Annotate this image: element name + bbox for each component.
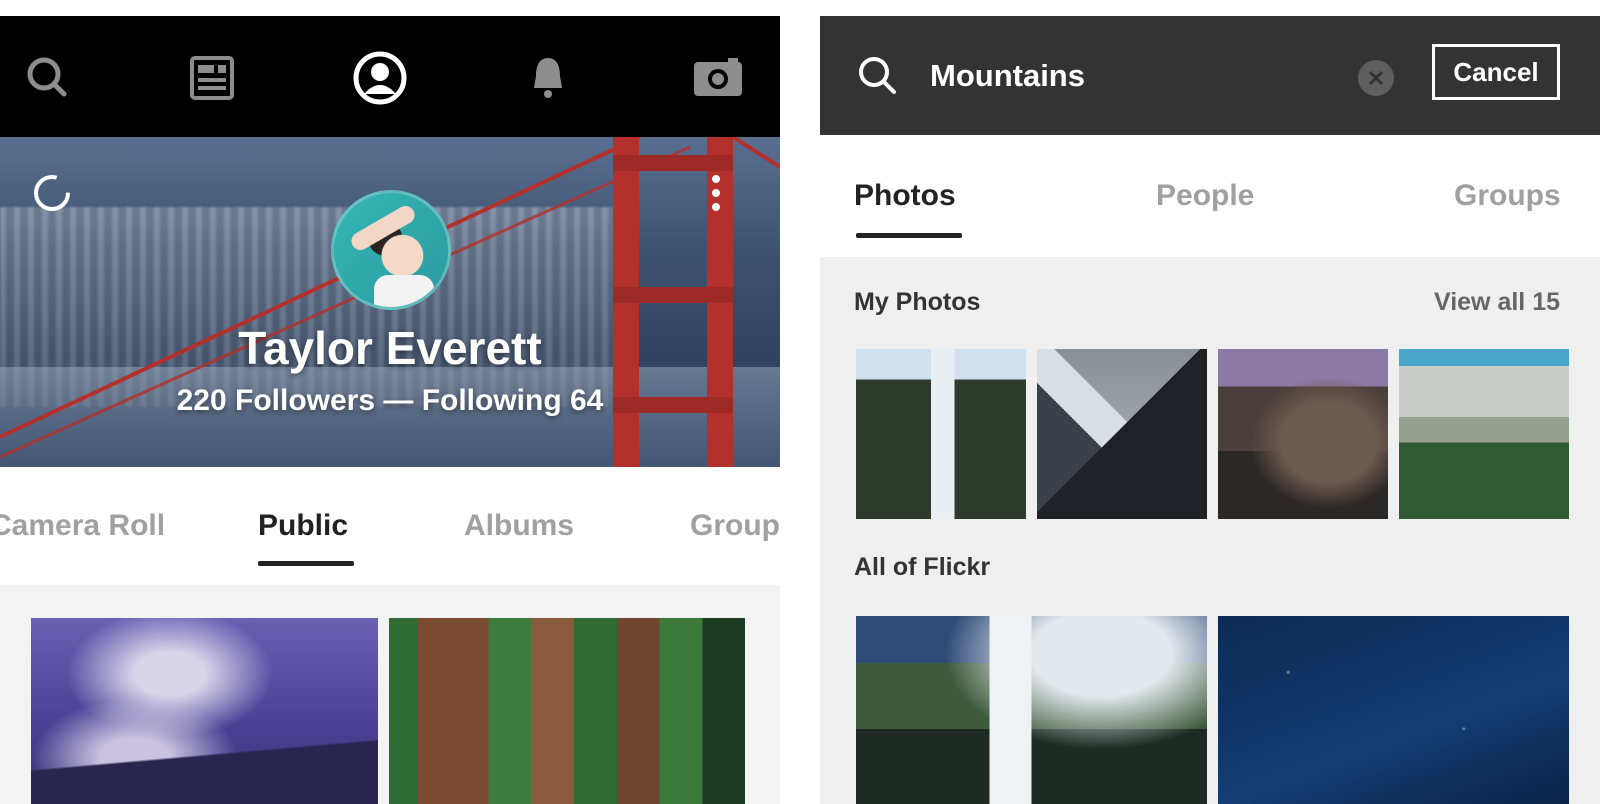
section-title-my-photos: My Photos	[854, 288, 981, 316]
refresh-icon[interactable]	[30, 171, 74, 215]
profile-cover: Taylor Everett 220 Followers — Following…	[0, 137, 780, 467]
tab-groups[interactable]: Groups	[690, 509, 780, 543]
profile-name: Taylor Everett	[238, 322, 542, 374]
feed-icon[interactable]	[184, 50, 240, 106]
profile-icon[interactable]	[352, 50, 408, 106]
tab-groups[interactable]: Groups	[1454, 179, 1561, 213]
thumb-granite-cliff[interactable]	[1399, 349, 1569, 519]
search-icon[interactable]	[854, 52, 902, 100]
tab-public[interactable]: Public	[258, 509, 348, 543]
tab-photos[interactable]: Photos	[854, 179, 956, 213]
tab-camera-roll[interactable]: Camera Roll	[0, 509, 165, 543]
photo-purple-mountain[interactable]	[31, 618, 378, 804]
section-title-all-of-flickr: All of Flickr	[854, 553, 991, 581]
search-screen: Cancel Photos People Groups My Photos Vi…	[820, 16, 1600, 804]
profile-tabs: Camera Roll Public Albums Groups	[0, 467, 780, 585]
tab-people[interactable]: People	[1156, 179, 1254, 213]
clear-search-icon[interactable]	[1358, 60, 1394, 96]
thumb-yosemite-falls[interactable]	[856, 616, 1207, 804]
search-input[interactable]	[930, 52, 1330, 100]
thumb-night-sky[interactable]	[1218, 616, 1569, 804]
search-bar: Cancel	[820, 16, 1600, 135]
avatar[interactable]	[331, 190, 451, 310]
camera-icon[interactable]	[690, 50, 746, 106]
view-all-link[interactable]: View all 15	[1434, 288, 1560, 317]
follower-stats[interactable]: 220 Followers — Following 64	[0, 384, 780, 418]
cancel-button[interactable]: Cancel	[1432, 44, 1560, 100]
active-tab-indicator	[856, 233, 962, 238]
thumb-waterfall[interactable]	[856, 349, 1026, 519]
search-icon[interactable]	[20, 50, 76, 106]
profile-screen: Taylor Everett 220 Followers — Following…	[0, 16, 780, 804]
tab-albums[interactable]: Albums	[464, 509, 574, 543]
thumb-half-dome[interactable]	[1218, 349, 1388, 519]
thumb-snowy-peak[interactable]	[1037, 349, 1207, 519]
search-tabs: Photos People Groups	[820, 135, 1600, 257]
public-photo-grid	[0, 585, 780, 804]
photo-redwood-forest[interactable]	[389, 618, 745, 804]
notifications-icon[interactable]	[520, 50, 576, 106]
top-nav-bar	[0, 16, 780, 137]
more-options-icon[interactable]	[708, 171, 724, 219]
active-tab-indicator	[258, 561, 354, 566]
